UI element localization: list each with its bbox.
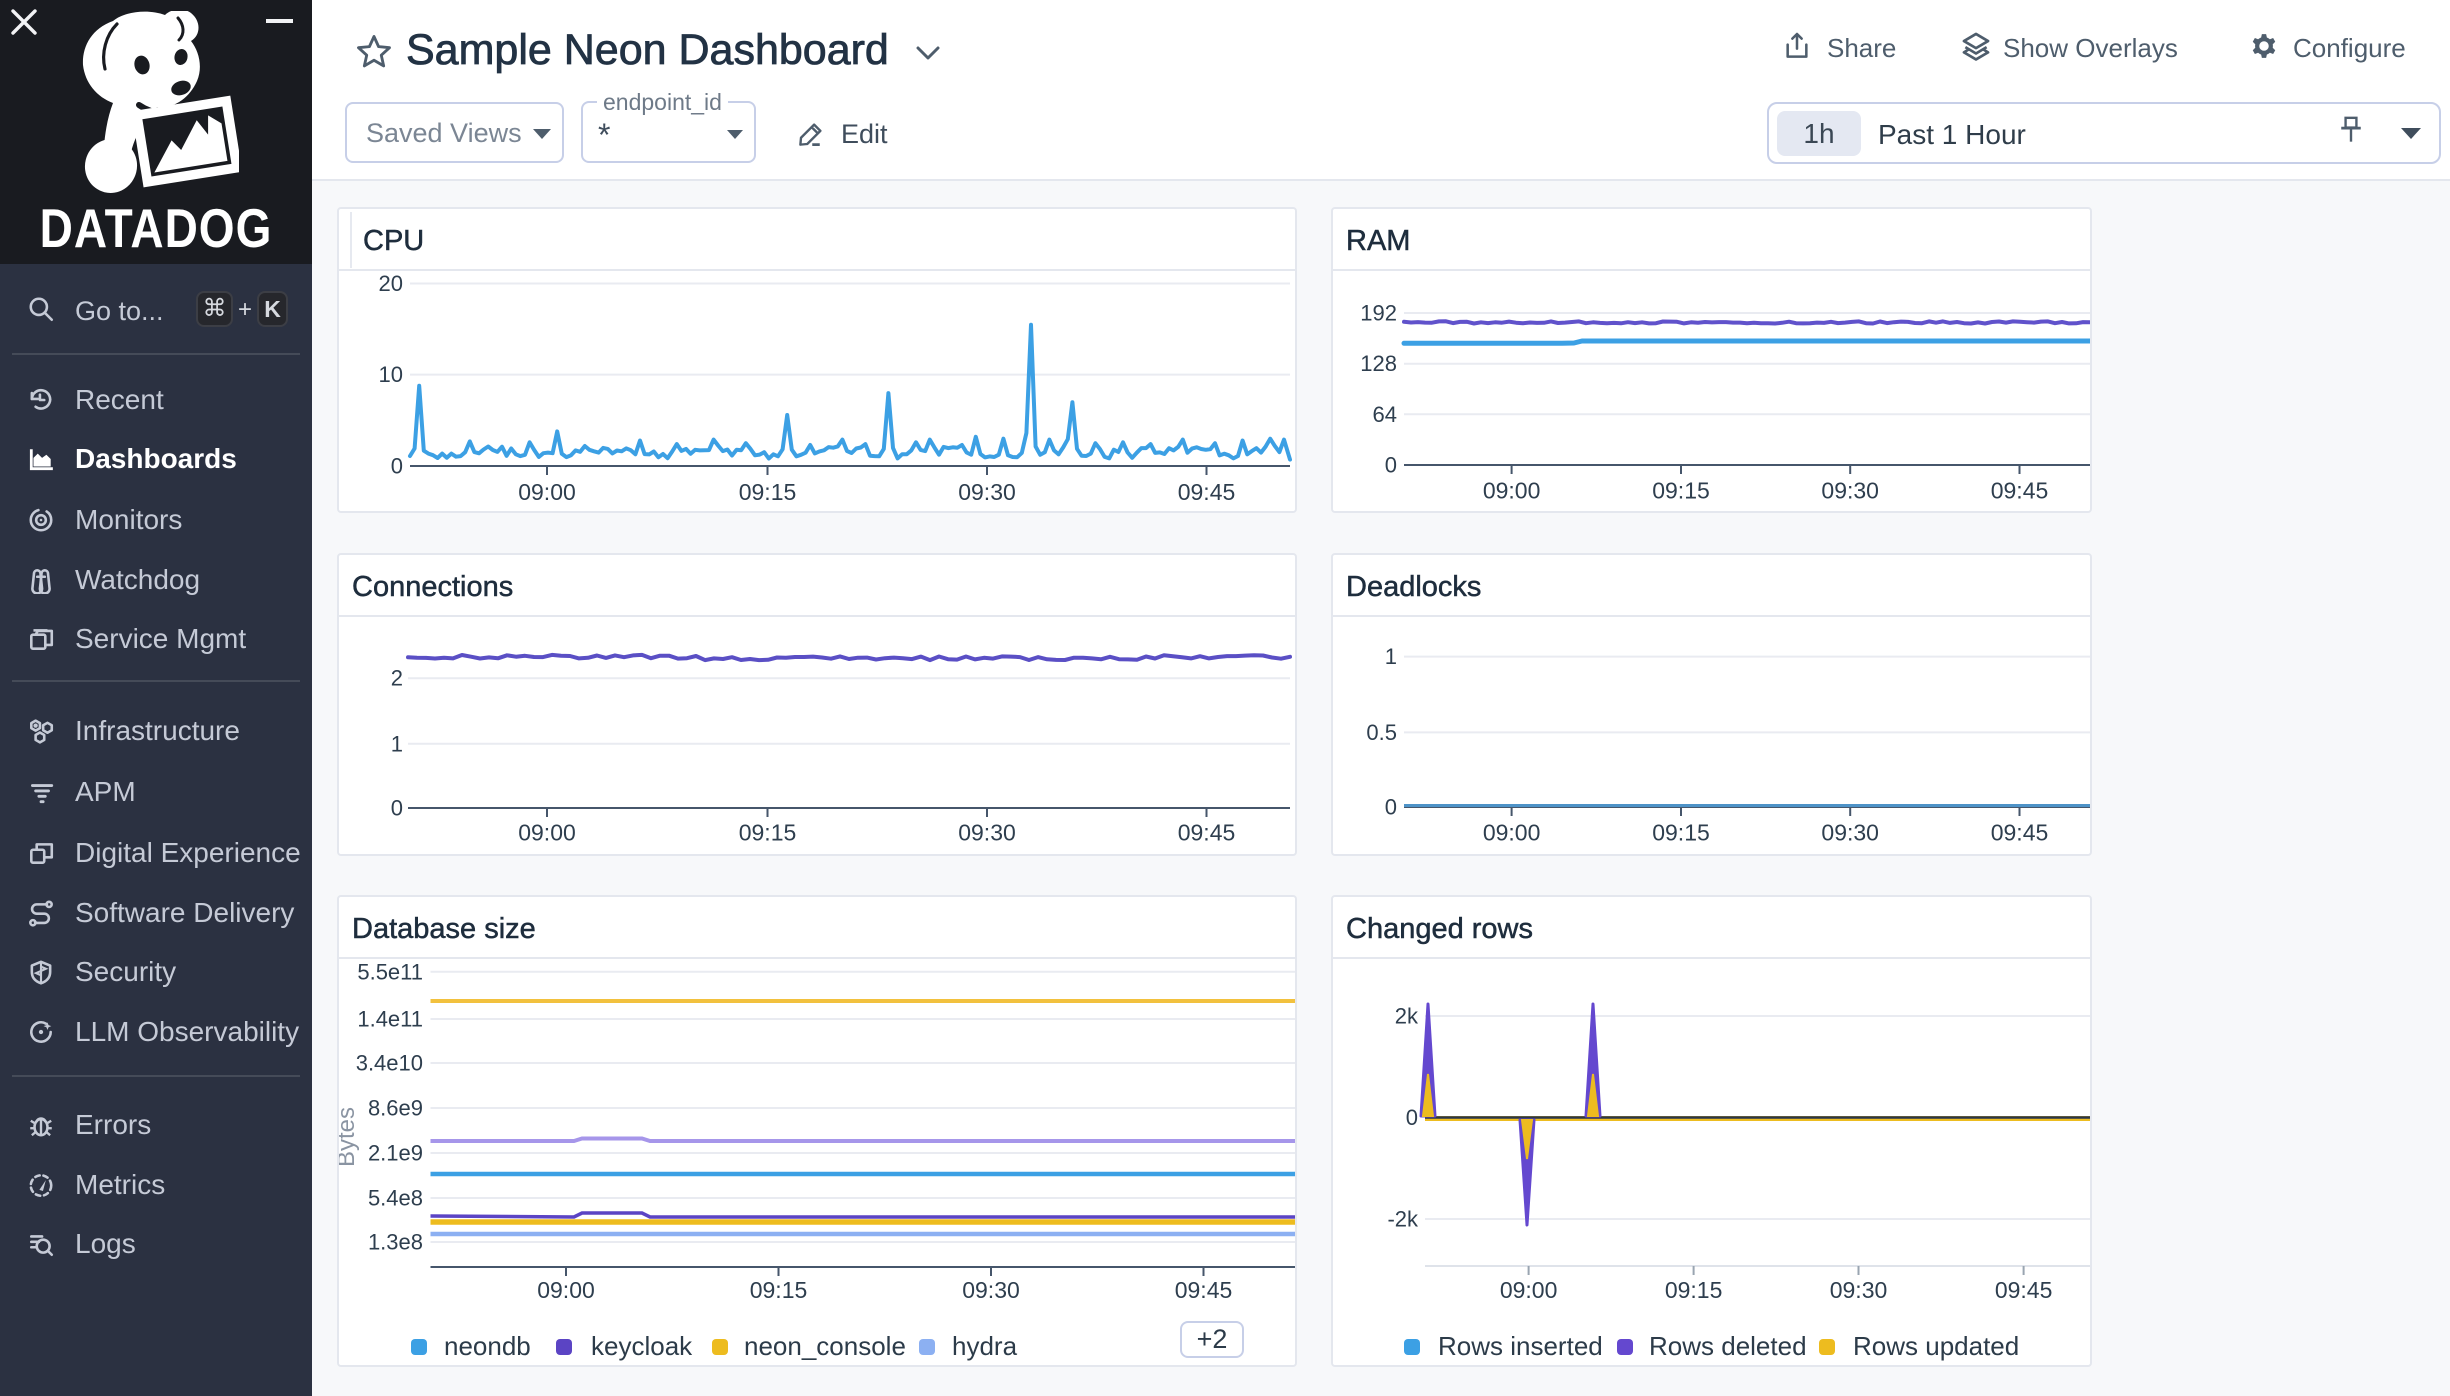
svg-text:64: 64: [1373, 402, 1397, 427]
svg-text:09:30: 09:30: [958, 479, 1016, 505]
svg-text:2.1e9: 2.1e9: [368, 1141, 423, 1166]
svg-text:09:30: 09:30: [958, 820, 1016, 846]
svg-text:Bytes: Bytes: [339, 1107, 360, 1167]
svg-text:1.3e8: 1.3e8: [368, 1230, 423, 1255]
svg-text:09:45: 09:45: [1991, 478, 2049, 504]
svg-text:09:15: 09:15: [1652, 478, 1710, 504]
svg-text:5.4e8: 5.4e8: [368, 1186, 423, 1211]
svg-text:20: 20: [379, 271, 403, 296]
svg-text:0: 0: [1385, 795, 1397, 820]
svg-text:1: 1: [1385, 644, 1397, 669]
svg-text:09:15: 09:15: [739, 820, 797, 846]
svg-text:09:45: 09:45: [1995, 1277, 2053, 1303]
svg-text:09:15: 09:15: [1665, 1277, 1723, 1303]
svg-text:09:00: 09:00: [1483, 820, 1541, 846]
svg-text:09:30: 09:30: [1821, 478, 1879, 504]
svg-text:09:45: 09:45: [1178, 820, 1236, 846]
svg-text:0: 0: [391, 454, 403, 479]
svg-text:09:00: 09:00: [518, 479, 576, 505]
svg-text:09:45: 09:45: [1991, 820, 2049, 846]
svg-text:09:15: 09:15: [1652, 820, 1710, 846]
svg-text:5.5e11: 5.5e11: [357, 959, 423, 984]
svg-text:1: 1: [391, 731, 403, 756]
svg-text:0.5: 0.5: [1366, 720, 1397, 745]
svg-text:128: 128: [1360, 351, 1397, 376]
svg-text:0: 0: [1406, 1105, 1418, 1130]
svg-text:0: 0: [391, 796, 403, 821]
svg-text:09:30: 09:30: [1821, 820, 1879, 846]
svg-text:09:15: 09:15: [739, 479, 797, 505]
svg-text:10: 10: [379, 362, 403, 387]
svg-text:2: 2: [391, 666, 403, 691]
svg-text:2k: 2k: [1395, 1004, 1419, 1029]
svg-text:1.4e11: 1.4e11: [357, 1007, 423, 1032]
svg-text:09:15: 09:15: [750, 1277, 808, 1303]
svg-text:09:00: 09:00: [537, 1277, 595, 1303]
svg-text:-2k: -2k: [1387, 1207, 1419, 1232]
svg-text:192: 192: [1360, 301, 1397, 326]
svg-text:0: 0: [1385, 453, 1397, 478]
svg-text:8.6e9: 8.6e9: [368, 1096, 423, 1121]
svg-text:09:30: 09:30: [1830, 1277, 1888, 1303]
svg-text:3.4e10: 3.4e10: [356, 1051, 423, 1076]
svg-text:09:30: 09:30: [962, 1277, 1020, 1303]
svg-text:09:45: 09:45: [1175, 1277, 1233, 1303]
svg-text:09:00: 09:00: [1500, 1277, 1558, 1303]
svg-text:09:00: 09:00: [518, 820, 576, 846]
svg-text:09:45: 09:45: [1178, 479, 1236, 505]
svg-text:09:00: 09:00: [1483, 478, 1541, 504]
